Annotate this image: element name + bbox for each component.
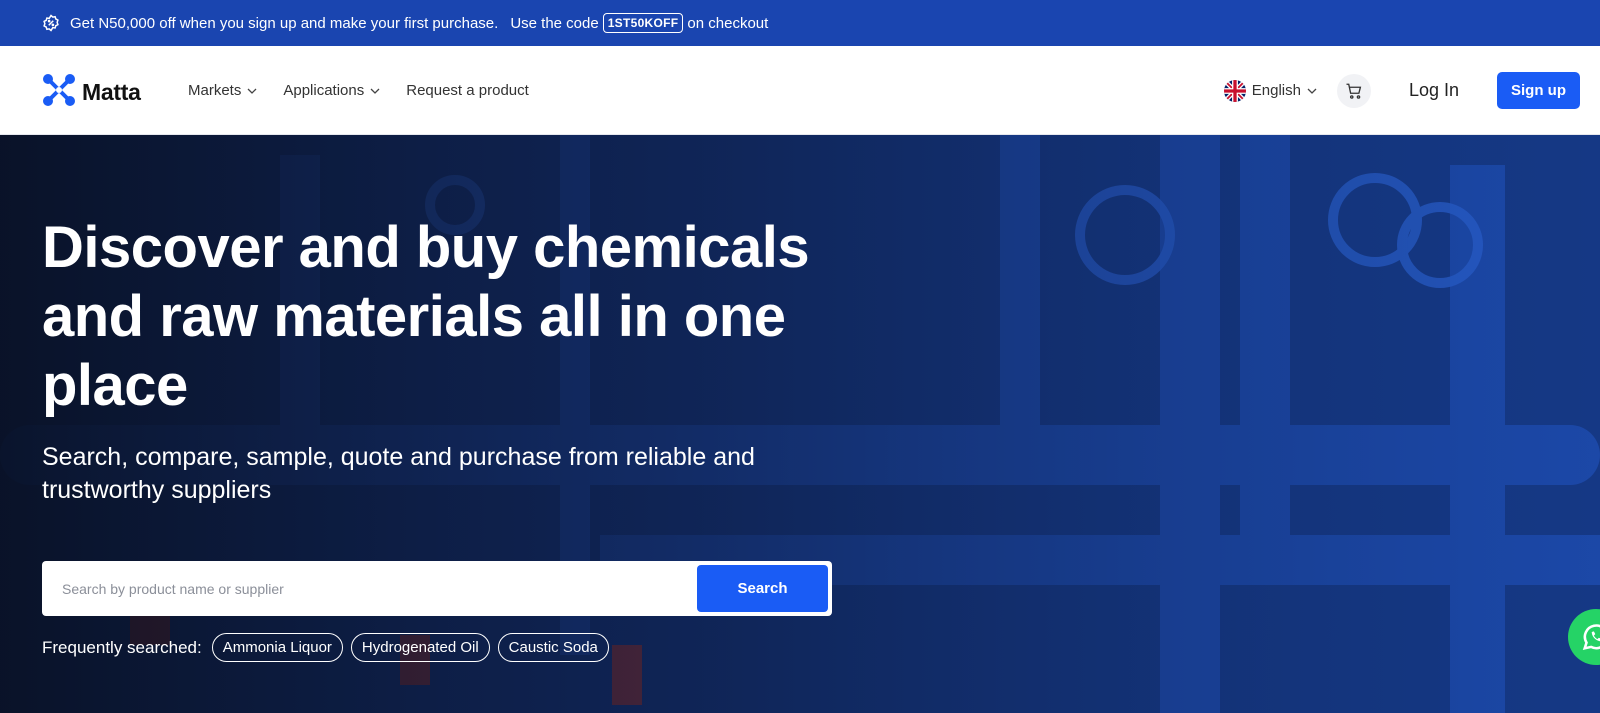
frequently-searched: Frequently searched: Ammonia Liquor Hydr… bbox=[42, 633, 609, 662]
menu-label: Applications bbox=[283, 82, 365, 99]
logo-text: Matta bbox=[82, 79, 141, 105]
promo-text: Get N50,000 off when you sign up and mak… bbox=[70, 14, 499, 32]
promo-code: 1ST50KOFF bbox=[602, 13, 684, 33]
language-label: English bbox=[1251, 82, 1301, 99]
chevron-down-icon bbox=[247, 88, 257, 94]
matta-logo-icon bbox=[42, 73, 76, 112]
nav-actions: English Log In Sign up bbox=[1223, 46, 1580, 135]
hero-headline: Discover and buy chemicals and raw mater… bbox=[42, 215, 810, 418]
frequently-searched-label: Frequently searched: bbox=[42, 637, 202, 657]
main-menu: Markets Applications Request a product bbox=[188, 46, 529, 135]
menu-applications[interactable]: Applications bbox=[283, 82, 380, 99]
search-button[interactable]: Search bbox=[697, 565, 828, 612]
promo-banner: Get N50,000 off when you sign up and mak… bbox=[0, 0, 1600, 46]
chevron-down-icon bbox=[370, 88, 380, 94]
search-chip[interactable]: Hydrogenated Oil bbox=[350, 633, 490, 662]
search-chip[interactable]: Caustic Soda bbox=[497, 633, 609, 662]
menu-markets[interactable]: Markets bbox=[188, 82, 257, 99]
chevron-down-icon bbox=[1307, 88, 1317, 94]
language-selector[interactable]: English bbox=[1223, 79, 1317, 102]
menu-request-product[interactable]: Request a product bbox=[406, 82, 529, 99]
logo[interactable]: Matta bbox=[42, 73, 141, 112]
promo-text-after: on checkout bbox=[687, 14, 769, 32]
menu-label: Request a product bbox=[406, 82, 529, 99]
discount-badge-icon bbox=[42, 14, 60, 32]
menu-label: Markets bbox=[188, 82, 242, 99]
login-link[interactable]: Log In bbox=[1409, 80, 1459, 101]
hero-subheadline: Search, compare, sample, quote and purch… bbox=[42, 443, 755, 504]
cart-icon bbox=[1346, 83, 1362, 99]
search-bar: Search bbox=[42, 561, 832, 616]
whatsapp-icon bbox=[1582, 624, 1600, 651]
uk-flag-icon bbox=[1223, 79, 1246, 102]
signup-button[interactable]: Sign up bbox=[1497, 72, 1580, 109]
promo-code-intro: Use the code bbox=[510, 14, 599, 32]
top-navigation: Matta Markets Applications Request a pro… bbox=[0, 46, 1600, 135]
search-chip[interactable]: Ammonia Liquor bbox=[211, 633, 343, 662]
search-input[interactable] bbox=[62, 580, 697, 597]
cart-button[interactable] bbox=[1336, 73, 1371, 108]
hero-section: Discover and buy chemicals and raw mater… bbox=[0, 135, 1600, 713]
